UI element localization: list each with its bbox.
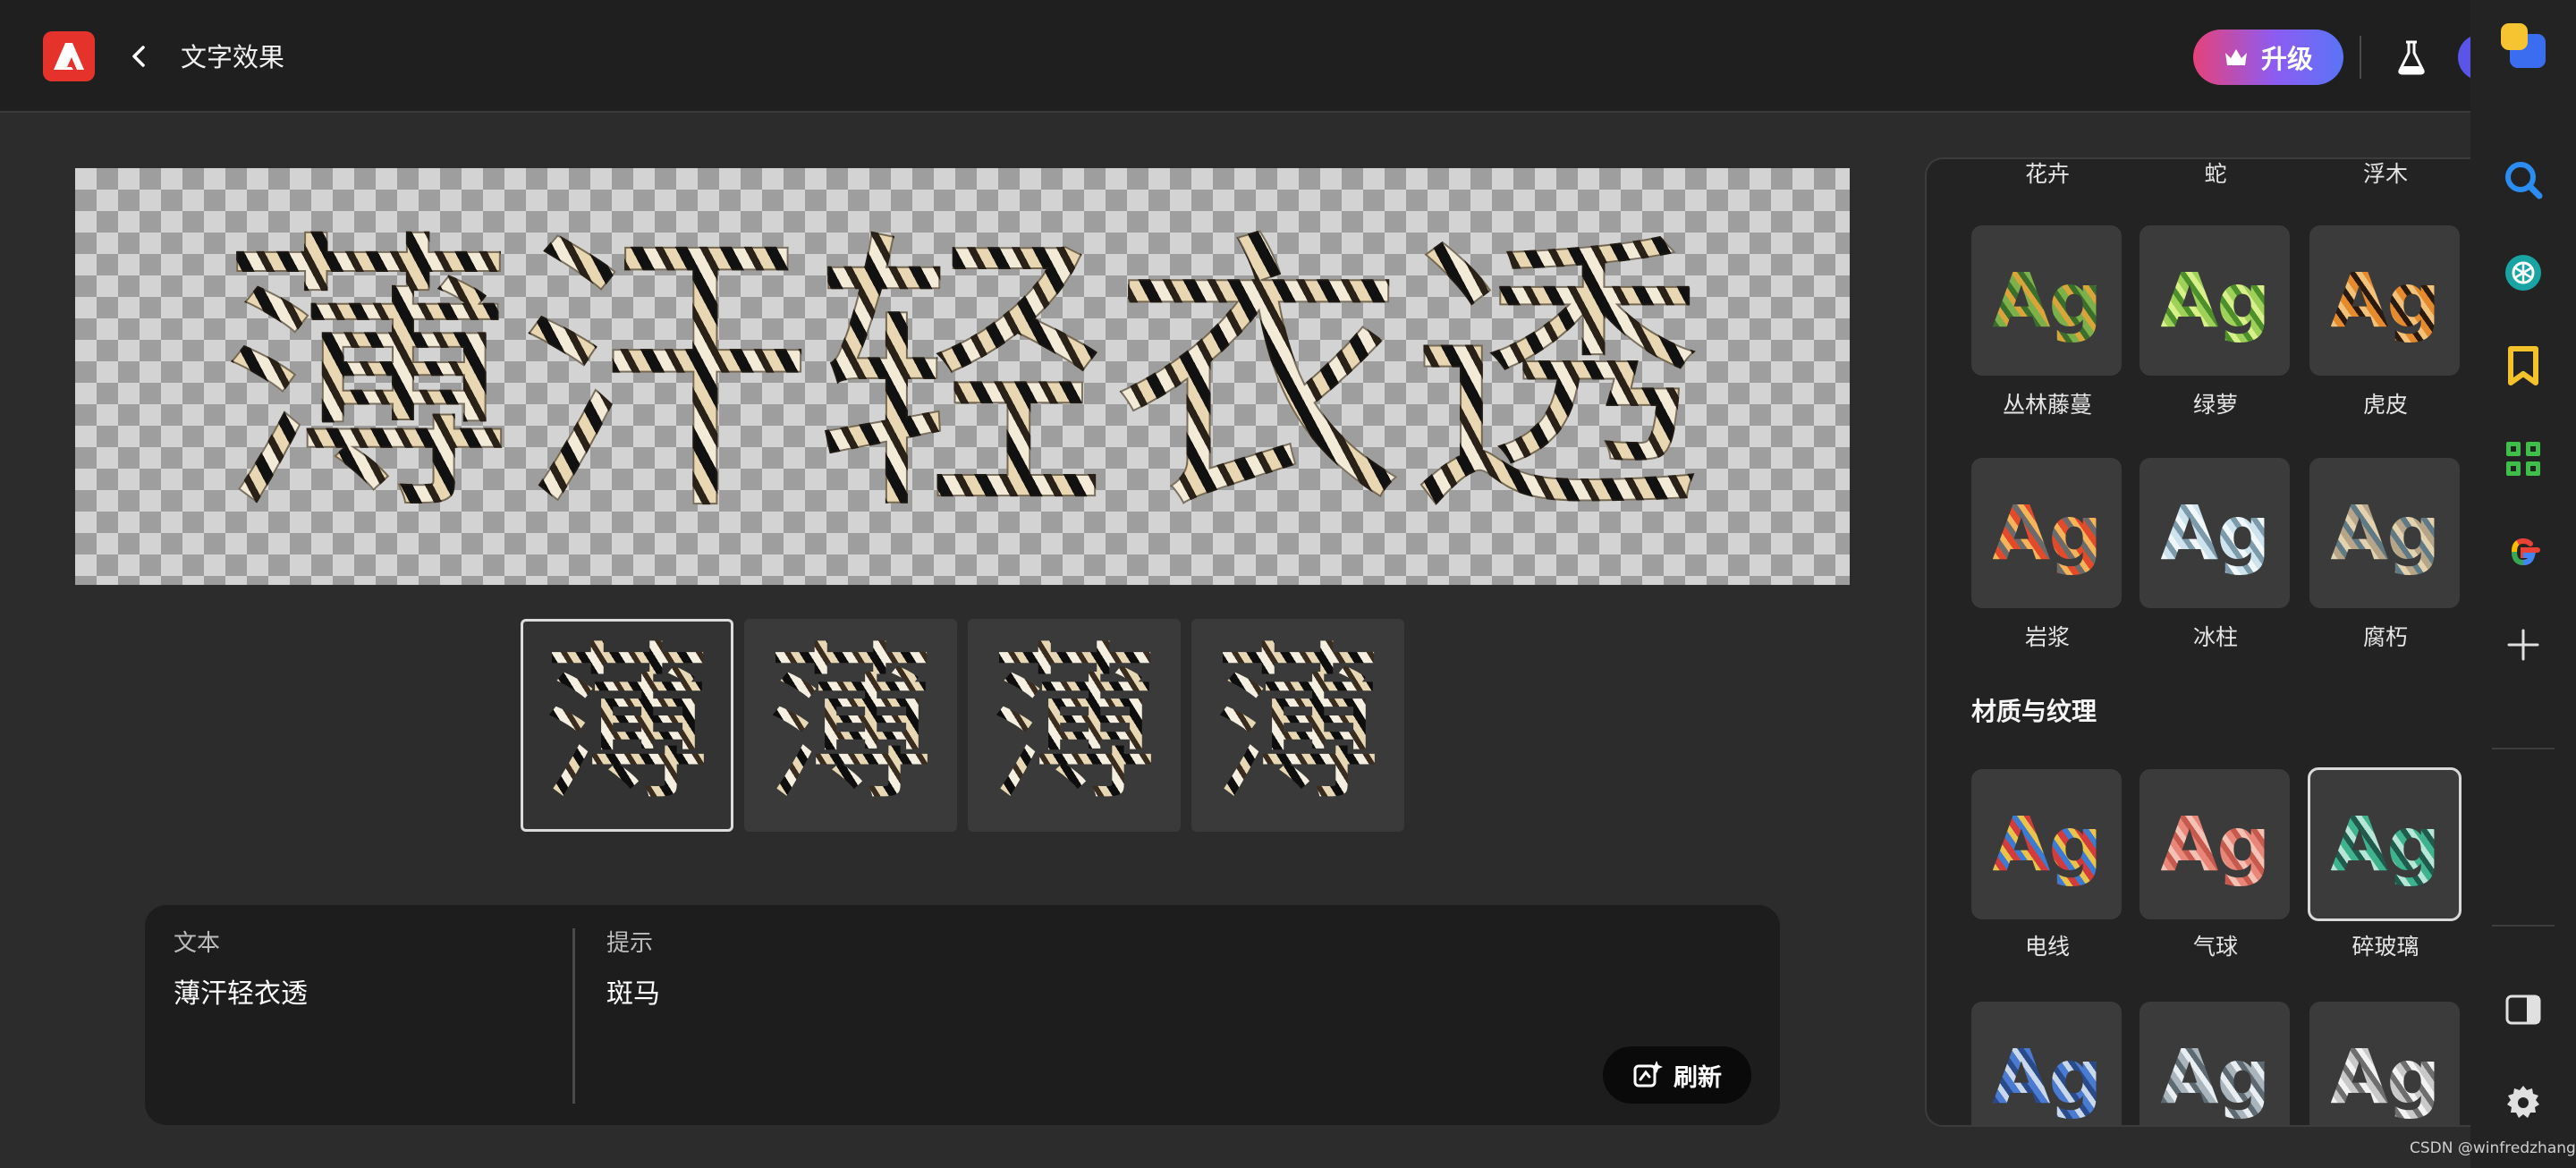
hint-input[interactable]: 斑马 xyxy=(606,977,660,1012)
effect-preview-ag: Ag xyxy=(2330,257,2440,344)
thumbnail-4[interactable]: 薄 xyxy=(1191,619,1404,832)
top-bar: 文字效果 升级 xyxy=(0,0,2494,113)
grid-apps-icon xyxy=(2506,442,2540,476)
variation-thumbnails: 薄 薄 薄 薄 xyxy=(521,619,1406,832)
effect-preview-ag: Ag xyxy=(1992,1033,2102,1121)
effect-tile-row4-2[interactable]: Ag xyxy=(2140,1002,2290,1125)
effect-tile-decay[interactable]: Ag xyxy=(2309,458,2460,608)
effect-tile-jungle-vine[interactable]: Ag xyxy=(1971,225,2122,376)
refresh-sparkle-icon xyxy=(1633,1061,1663,1088)
gear-icon xyxy=(2507,1086,2539,1118)
effect-tile-lava[interactable]: Ag xyxy=(1971,458,2122,608)
effect-label: 电线 xyxy=(2024,934,2070,960)
effects-panel: 花卉 蛇 浮木 Ag Ag Ag 丛林藤蔓 绿萝 虎皮 Ag Ag Ag 岩浆 … xyxy=(1925,157,2479,1127)
effect-preview-ag: Ag xyxy=(1992,489,2102,577)
text-label: 文本 xyxy=(174,930,221,957)
rail-bookmark[interactable] xyxy=(2497,340,2549,392)
text-input[interactable]: 薄汗轻衣透 xyxy=(174,977,308,1012)
effect-preview-ag: Ag xyxy=(2160,489,2270,577)
header-divider xyxy=(2360,36,2361,79)
thumbnail-1[interactable]: 薄 xyxy=(521,619,733,832)
effect-label-driftwood: 浮木 xyxy=(2362,161,2408,187)
bookmark-icon xyxy=(2508,346,2538,385)
prompt-panel: 文本 薄汗轻衣透 提示 斑马 刷新 xyxy=(145,905,1780,1125)
upgrade-label: 升级 xyxy=(2260,44,2313,74)
effect-preview-ag: Ag xyxy=(1992,800,2102,888)
labs-button[interactable] xyxy=(2395,39,2428,75)
upgrade-button[interactable]: 升级 xyxy=(2193,30,2343,85)
thumbnail-glyph: 薄 xyxy=(1212,626,1383,824)
rail-search[interactable] xyxy=(2497,154,2549,206)
adobe-logo-icon xyxy=(54,43,84,70)
effect-label: 冰柱 xyxy=(2192,624,2238,650)
effect-preview-ag: Ag xyxy=(1992,257,2102,344)
effect-preview-ag: Ag xyxy=(2330,1033,2440,1121)
effect-label: 碎玻璃 xyxy=(2351,934,2419,960)
effect-tile-broken-glass[interactable]: Ag xyxy=(2308,767,2462,921)
effect-preview-ag: Ag xyxy=(2160,800,2270,888)
google-icon xyxy=(2511,537,2540,566)
effect-preview-ag: Ag xyxy=(2330,489,2440,577)
search-icon xyxy=(2505,162,2543,199)
back-button[interactable] xyxy=(125,39,152,73)
effect-tile-wire[interactable]: Ag xyxy=(1971,769,2122,919)
effect-tile-pothos[interactable]: Ag xyxy=(2140,225,2290,376)
rail-separator xyxy=(2492,925,2555,927)
watermark: CSDN @winfredzhang xyxy=(2410,1139,2576,1157)
rail-apps[interactable] xyxy=(2497,433,2549,485)
hint-label: 提示 xyxy=(606,930,654,957)
rail-separator xyxy=(2492,748,2555,749)
effect-label: 气球 xyxy=(2192,934,2238,960)
chevron-left-icon xyxy=(132,46,145,67)
thumbnail-glyph: 薄 xyxy=(765,626,936,824)
thumbnail-glyph: 薄 xyxy=(541,626,712,824)
thumbnail-glyph: 薄 xyxy=(988,626,1159,824)
effect-tile-balloon[interactable]: Ag xyxy=(2140,769,2290,919)
flask-icon xyxy=(2398,40,2425,75)
effect-tile-row4-3[interactable]: Ag xyxy=(2309,1002,2460,1125)
sidebar-toggle-icon xyxy=(2505,994,2541,1025)
effect-tile-row4-1[interactable]: Ag xyxy=(1971,1002,2122,1125)
prompt-divider xyxy=(572,928,575,1104)
browser-side-rail xyxy=(2470,0,2576,1168)
openai-icon xyxy=(2505,255,2541,291)
effect-preview-text: 薄汗轻衣透 xyxy=(75,212,1850,545)
effect-label-snake: 蛇 xyxy=(2204,161,2227,187)
effect-tile-tiger-skin[interactable]: Ag xyxy=(2309,225,2460,376)
refresh-button[interactable]: 刷新 xyxy=(1603,1046,1751,1104)
adobe-express-logo[interactable] xyxy=(43,31,95,81)
rail-settings[interactable] xyxy=(2497,1077,2549,1129)
effect-label: 绿萝 xyxy=(2192,392,2238,418)
crown-icon xyxy=(2224,49,2247,65)
section-title-materials: 材质与纹理 xyxy=(1971,697,2097,726)
effect-preview-ag: Ag xyxy=(2330,800,2440,888)
effect-preview-ag: Ag xyxy=(2160,1033,2270,1121)
rail-app-badge[interactable] xyxy=(2497,20,2549,72)
rail-chatgpt[interactable] xyxy=(2497,247,2549,299)
effect-label: 丛林藤蔓 xyxy=(2002,392,2092,418)
effect-label: 虎皮 xyxy=(2362,392,2408,418)
app-window: 文字效果 升级 薄汗轻衣透 薄 薄 薄 薄 文本 薄汗轻衣透 提示 斑马 刷新 … xyxy=(0,0,2494,1168)
thumbnail-2[interactable]: 薄 xyxy=(744,619,957,832)
effect-label: 岩浆 xyxy=(2024,624,2070,650)
effect-preview-ag: Ag xyxy=(2160,257,2270,344)
app-badge-icon xyxy=(2501,23,2546,68)
rail-add[interactable] xyxy=(2497,619,2549,671)
rail-sidebar-toggle[interactable] xyxy=(2497,984,2549,1036)
effect-label-floral: 花卉 xyxy=(2024,161,2070,187)
refresh-label: 刷新 xyxy=(1674,1063,1722,1092)
rail-google[interactable] xyxy=(2497,526,2549,578)
effect-tile-icicle[interactable]: Ag xyxy=(2140,458,2290,608)
preview-canvas: 薄汗轻衣透 xyxy=(75,168,1850,585)
plus-icon xyxy=(2507,629,2539,661)
thumbnail-3[interactable]: 薄 xyxy=(968,619,1181,832)
effect-label: 腐朽 xyxy=(2362,624,2408,650)
page-title: 文字效果 xyxy=(181,42,285,72)
